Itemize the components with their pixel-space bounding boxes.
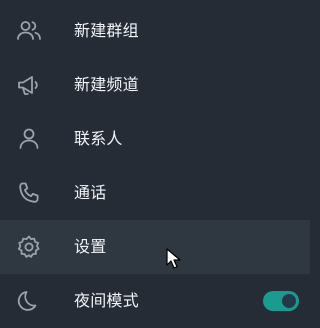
menu-item-new-channel[interactable]: 新建频道 [0, 58, 310, 112]
person-icon [14, 124, 44, 154]
phone-icon [14, 178, 44, 208]
menu-item-calls[interactable]: 通话 [0, 166, 310, 220]
menu-item-label: 联系人 [74, 129, 123, 148]
people-icon [14, 16, 44, 46]
menu-item-label: 新建群组 [74, 21, 139, 40]
menu-item-label: 通话 [74, 183, 107, 202]
menu-item-new-group[interactable]: 新建群组 [0, 4, 310, 58]
night-mode-toggle[interactable] [263, 291, 299, 311]
gear-icon [14, 232, 44, 262]
menu-item-night-mode[interactable]: 夜间模式 [0, 274, 310, 328]
megaphone-icon [14, 70, 44, 100]
menu-item-label: 夜间模式 [74, 291, 139, 310]
toggle-knob [280, 292, 298, 310]
menu-item-contacts[interactable]: 联系人 [0, 112, 310, 166]
moon-icon [14, 286, 44, 316]
menu-item-settings[interactable]: 设置 [0, 220, 310, 274]
menu-item-label: 新建频道 [74, 75, 139, 94]
side-menu: 新建群组 新建频道 联系人 通话 设置 夜间模式 [0, 4, 310, 328]
menu-item-label: 设置 [74, 237, 107, 256]
